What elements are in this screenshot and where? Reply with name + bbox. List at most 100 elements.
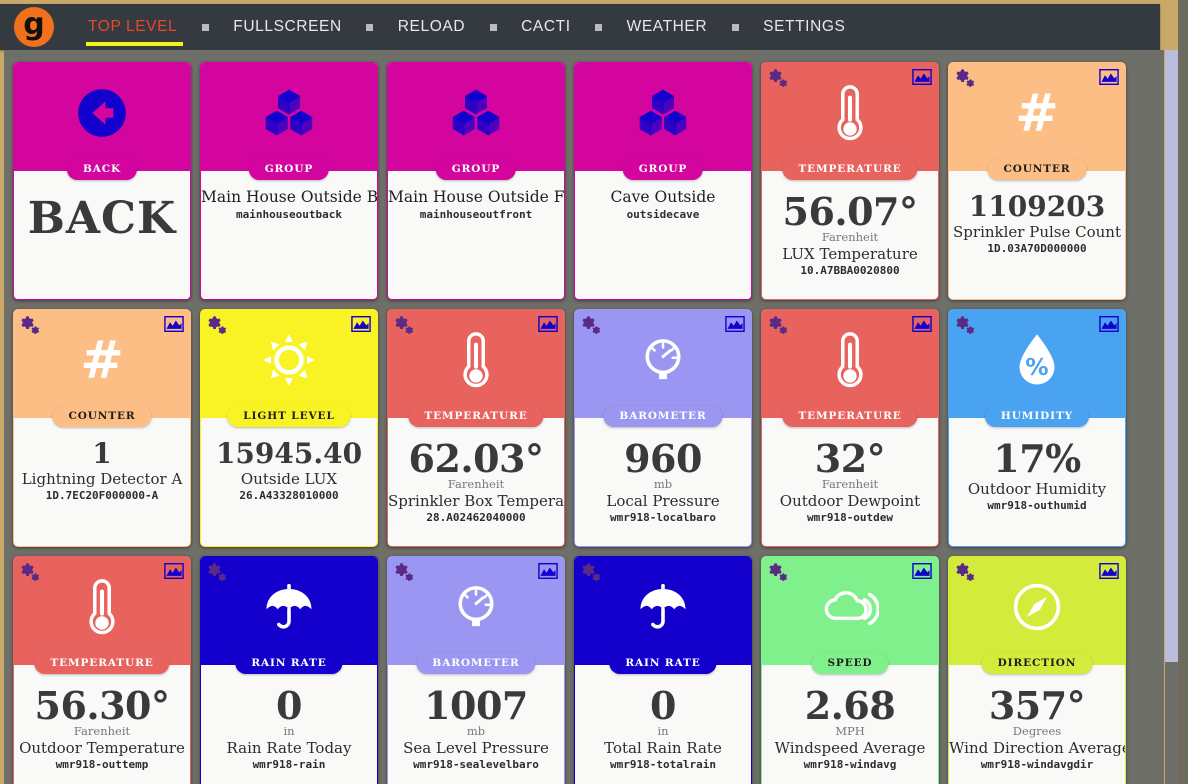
card-type-badge: COUNTER bbox=[987, 159, 1087, 180]
chart-icon[interactable] bbox=[164, 316, 184, 332]
gauge-icon bbox=[388, 579, 564, 635]
sensor-name: Outdoor Dewpoint bbox=[779, 491, 921, 510]
sensor-card[interactable]: RAIN RATE 0 in Rain Rate Today wmr918-rain bbox=[200, 556, 378, 784]
nav-separator bbox=[485, 23, 501, 31]
nav-items: TOP LEVEL FULLSCREEN RELOAD CACTI WEATHER SET… bbox=[68, 4, 865, 50]
vertical-scrollbar-track[interactable] bbox=[1165, 50, 1178, 784]
card-body: 56.07° Farenheit LUX Temperature 10.A7BBA00… bbox=[762, 171, 938, 299]
sensor-card[interactable]: TEMPERATURE 32° Farenheit Outdoor Dewpoint w… bbox=[761, 309, 939, 547]
chart-icon[interactable] bbox=[351, 316, 371, 332]
card-header bbox=[575, 63, 751, 171]
sensor-card[interactable]: TEMPERATURE 56.30° Farenheit Outdoor Temper… bbox=[13, 556, 191, 784]
chart-icon[interactable] bbox=[912, 316, 932, 332]
sensor-value: 1007 bbox=[424, 683, 528, 728]
sensor-id: wmr918-outhumid bbox=[987, 499, 1087, 513]
card-body: 1109203 Sprinkler Pulse Count 1D.03A70D000… bbox=[949, 171, 1125, 299]
sensor-unit: Farenheit bbox=[821, 476, 879, 491]
sensor-card[interactable]: TEMPERATURE 62.03° Farenheit Sprinkler Box … bbox=[387, 309, 565, 547]
card-body: Cave Outside outsidecave bbox=[575, 171, 751, 299]
card-body: Main House Outside Back mainhouseoutback bbox=[201, 171, 377, 299]
nav-separator bbox=[727, 23, 743, 31]
group-card[interactable]: GROUP Main House Outside Front mainhouseou… bbox=[387, 62, 565, 300]
sensor-card[interactable]: % HUMIDITY 17% Outdoor Humidity wmr918-outhu… bbox=[948, 309, 1126, 547]
card-header bbox=[388, 557, 564, 665]
sensor-id: 1D.03A70D000000 bbox=[987, 242, 1087, 256]
nav-item-fullscreen[interactable]: FULLSCREEN bbox=[213, 4, 362, 50]
nav-separator-square bbox=[595, 23, 603, 31]
sensor-id: 10.A7BBA0020800 bbox=[800, 264, 900, 278]
sensor-card[interactable]: # COUNTER 1109203 Sprinkler Pulse Count 1D.0… bbox=[948, 62, 1126, 300]
group-card[interactable]: GROUP Main House Outside Back mainhouseout… bbox=[200, 62, 378, 300]
card-header bbox=[762, 63, 938, 171]
sensor-id: wmr918-rain bbox=[252, 758, 326, 772]
sensor-value: 56.07° bbox=[782, 189, 919, 234]
sensor-card[interactable]: BAROMETER 1007 mb Sea Level Pressure wmr918-… bbox=[387, 556, 565, 784]
nav-item-reload[interactable]: RELOAD bbox=[378, 4, 485, 50]
sensor-card[interactable]: SPEED 2.68 MPH Windspeed Average wmr918-wind… bbox=[761, 556, 939, 784]
chart-icon[interactable] bbox=[912, 563, 932, 579]
nav-separator-square bbox=[731, 23, 739, 31]
card-type-badge: BACK bbox=[66, 159, 138, 180]
chart-icon[interactable] bbox=[725, 316, 745, 332]
sensor-value: 1109203 bbox=[968, 190, 1106, 223]
nav-item-settings[interactable]: SETTINGS bbox=[743, 4, 865, 50]
sensor-card[interactable]: TEMPERATURE 56.07° Farenheit LUX Temperatur… bbox=[761, 62, 939, 300]
card-type-badge: COUNTER bbox=[52, 406, 152, 427]
chart-icon[interactable] bbox=[351, 563, 371, 579]
sensor-id: wmr918-totalrain bbox=[610, 758, 716, 772]
sensor-value: 0 bbox=[650, 683, 676, 728]
arrow-left-circle-icon bbox=[14, 85, 190, 141]
back-card[interactable]: BACK BACK bbox=[13, 62, 191, 300]
chart-icon[interactable] bbox=[1099, 69, 1119, 85]
chart-icon[interactable] bbox=[912, 69, 932, 85]
chart-icon[interactable] bbox=[1099, 316, 1119, 332]
card-header bbox=[201, 557, 377, 665]
sensor-value: 32° bbox=[814, 436, 886, 481]
vertical-scrollbar-thumb[interactable] bbox=[1165, 50, 1178, 662]
group-card[interactable]: GROUP Cave Outside outsidecave bbox=[574, 62, 752, 300]
sensor-name: Sea Level Pressure bbox=[403, 738, 549, 757]
card-type-badge: SPEED bbox=[811, 653, 889, 674]
svg-text:%: % bbox=[1025, 353, 1048, 381]
umbrella-icon bbox=[575, 579, 751, 635]
sensor-value: 357° bbox=[988, 683, 1086, 728]
chart-icon[interactable] bbox=[1099, 563, 1119, 579]
sensor-value: 56.30° bbox=[34, 683, 171, 728]
sensor-id: wmr918-windavgdir bbox=[980, 758, 1094, 772]
card-type-badge: RAIN RATE bbox=[609, 653, 717, 674]
nav-separator-square bbox=[489, 23, 497, 31]
thermometer-icon bbox=[762, 332, 938, 388]
chart-icon[interactable] bbox=[538, 316, 558, 332]
sensor-card[interactable]: DIRECTION 357° Degrees Wind Direction Avera… bbox=[948, 556, 1126, 784]
card-type-badge: BAROMETER bbox=[603, 406, 723, 427]
nav-separator-square bbox=[366, 23, 374, 31]
nav-item-weather[interactable]: WEATHER bbox=[607, 4, 728, 50]
chart-icon[interactable] bbox=[538, 563, 558, 579]
card-type-badge: DIRECTION bbox=[981, 653, 1093, 674]
nav-item-cacti[interactable]: CACTI bbox=[501, 4, 591, 50]
card-header: # bbox=[14, 310, 190, 418]
sensor-name: Outdoor Temperature bbox=[19, 738, 185, 757]
back-label: BACK bbox=[27, 193, 177, 244]
sensor-card[interactable]: LIGHT LEVEL 15945.40 Outside LUX 26.A433280… bbox=[200, 309, 378, 547]
sensor-value: 0 bbox=[276, 683, 302, 728]
chart-icon[interactable] bbox=[725, 563, 745, 579]
nav-item-top-level[interactable]: TOP LEVEL bbox=[68, 4, 197, 50]
card-body: 960 mb Local Pressure wmr918-localbaro bbox=[575, 418, 751, 546]
card-body: 32° Farenheit Outdoor Dewpoint wmr918-outde… bbox=[762, 418, 938, 546]
sensor-card[interactable]: RAIN RATE 0 in Total Rain Rate wmr918-totalr… bbox=[574, 556, 752, 784]
app-logo[interactable]: g bbox=[14, 7, 54, 47]
sensor-name: Outdoor Humidity bbox=[967, 479, 1107, 498]
thermometer-icon bbox=[14, 579, 190, 635]
sensor-card[interactable]: # COUNTER 1 Lightning Detector A 1D.7EC20F00… bbox=[13, 309, 191, 547]
card-grid: BACK BACK GROUP Main House Outside Back main… bbox=[4, 50, 1164, 784]
sensor-card[interactable]: BAROMETER 960 mb Local Pressure wmr918-local… bbox=[574, 309, 752, 547]
card-header bbox=[575, 557, 751, 665]
dashboard-scroll-area[interactable]: BACK BACK GROUP Main House Outside Back main… bbox=[4, 50, 1164, 784]
card-type-badge: LIGHT LEVEL bbox=[227, 406, 351, 427]
chart-icon[interactable] bbox=[164, 563, 184, 579]
sensor-unit: in bbox=[283, 723, 295, 738]
card-type-badge: BAROMETER bbox=[416, 653, 536, 674]
svg-text:#: # bbox=[1015, 87, 1059, 139]
card-header: # bbox=[949, 63, 1125, 171]
